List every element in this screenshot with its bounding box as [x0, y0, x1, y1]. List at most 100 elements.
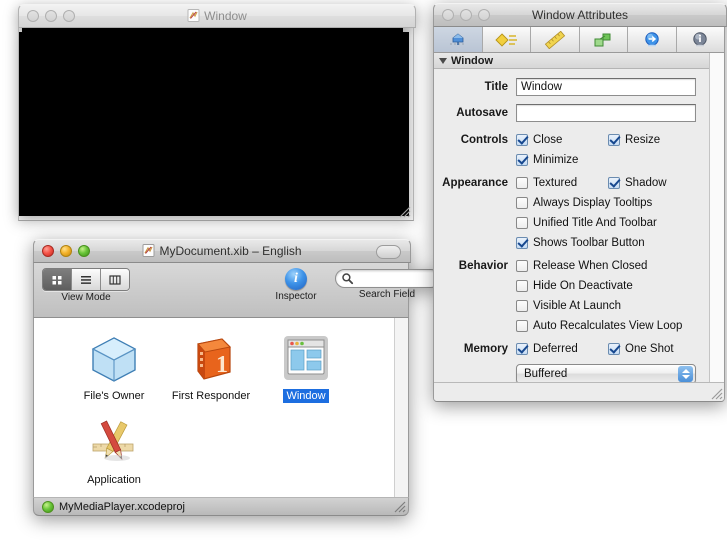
resize-grip[interactable] [398, 205, 411, 218]
resize-grip[interactable] [710, 387, 723, 400]
size-tab[interactable] [531, 27, 580, 52]
toolbar-toggle-button[interactable] [376, 245, 401, 259]
preview-traffic-lights[interactable] [27, 10, 75, 22]
controls-row-2: Minimize [434, 150, 724, 170]
minimize-button[interactable] [460, 9, 472, 21]
effects-tab[interactable] [483, 27, 532, 52]
checkbox-hide-on-deactivate[interactable]: Hide On Deactivate [516, 280, 633, 292]
object-item-application[interactable]: Application [64, 414, 164, 488]
vertical-scrollbar[interactable] [394, 318, 408, 497]
checkbox-box[interactable] [516, 280, 528, 292]
attributes-tab[interactable] [434, 27, 483, 52]
preview-window-titlebar[interactable]: Window [18, 4, 416, 28]
checkbox-shadow[interactable]: Shadow [608, 177, 667, 189]
document-window-titlebar[interactable]: MyDocument.xib – English [33, 239, 411, 263]
identity-tab[interactable] [677, 27, 725, 52]
behavior-row-3: Visible At Launch [434, 296, 724, 316]
inspector-window[interactable]: Window Attributes [433, 3, 725, 406]
window-group-header[interactable]: Window [434, 53, 724, 69]
chevron-updown-icon[interactable] [678, 366, 693, 382]
inspector-titlebar[interactable]: Window Attributes [433, 3, 727, 27]
desktop-canvas: Window [0, 0, 727, 558]
checkbox-visible-at-launch[interactable]: Visible At Launch [516, 300, 621, 312]
checkbox-unified-title-and-toolbar[interactable]: Unified Title And Toolbar [516, 217, 657, 229]
checkbox-textured[interactable]: Textured [516, 177, 608, 189]
info-icon [688, 31, 712, 49]
object-item-first-responder[interactable]: 1 First Responder [161, 330, 261, 404]
backing-store-value: Buffered [524, 368, 567, 380]
checkbox-box[interactable] [516, 217, 528, 229]
list-view-button[interactable] [72, 269, 101, 290]
objects-canvas[interactable]: File's Owner 1 First Responder [33, 318, 409, 498]
preview-window-canvas[interactable] [18, 28, 414, 221]
column-view-button[interactable] [101, 269, 129, 290]
checkbox-deferred[interactable]: Deferred [516, 343, 608, 355]
inspector-toolbar-item[interactable]: i Inspector [262, 268, 330, 302]
inspector-fields: Title Window Autosave Controls Close [434, 69, 724, 384]
checkbox-box[interactable] [608, 177, 620, 189]
memory-label: Memory [434, 343, 516, 355]
search-toolbar-item[interactable]: Search Field [331, 269, 443, 300]
bindings-tab[interactable] [580, 27, 629, 52]
checkbox-box[interactable] [608, 134, 620, 146]
document-window[interactable]: MyDocument.xib – English [33, 239, 409, 514]
document-traffic-lights[interactable] [42, 245, 90, 257]
autosave-field[interactable] [516, 104, 696, 122]
checkbox-box[interactable] [516, 320, 528, 332]
info-circle-icon[interactable]: i [285, 268, 307, 290]
object-item-window[interactable]: Window [256, 330, 356, 404]
inspector-traffic-lights[interactable] [442, 9, 490, 21]
preview-window-title: Window [19, 9, 415, 23]
chevron-down-icon[interactable] [439, 58, 447, 64]
zoom-button[interactable] [478, 9, 490, 21]
view-mode-segments[interactable] [42, 268, 130, 291]
minimize-button[interactable] [60, 245, 72, 257]
close-button[interactable] [442, 9, 454, 21]
connections-tab[interactable] [628, 27, 677, 52]
checkbox-one-shot[interactable]: One Shot [608, 343, 674, 355]
backing-store-popup[interactable]: Buffered [516, 364, 696, 384]
zoom-button[interactable] [78, 245, 90, 257]
inspector-tab-bar[interactable] [433, 27, 725, 53]
checkbox-box[interactable] [608, 343, 620, 355]
document-toolbar: View Mode i Inspector [33, 263, 409, 318]
resize-grip[interactable] [393, 500, 406, 513]
autosave-label: Autosave [434, 107, 516, 119]
icon-view-button[interactable] [43, 269, 72, 290]
appearance-row-1: Appearance Textured Shadow [434, 173, 724, 193]
title-field[interactable]: Window [516, 78, 696, 96]
checkbox-close[interactable]: Close [516, 134, 608, 146]
grid-icon [50, 273, 64, 287]
checkbox-release-when-closed[interactable]: Release When Closed [516, 260, 647, 272]
checkbox-box[interactable] [516, 343, 528, 355]
document-status-bar: MyMediaPlayer.xcodeproj [33, 498, 409, 516]
checkbox-auto-recalculates-view-loop[interactable]: Auto Recalculates View Loop [516, 320, 682, 332]
checkbox-box[interactable] [516, 154, 528, 166]
checkbox-label: Shows Toolbar Button [533, 237, 645, 249]
checkbox-box[interactable] [516, 260, 528, 272]
checkbox-box[interactable] [516, 134, 528, 146]
close-button[interactable] [27, 10, 39, 22]
checkbox-box[interactable] [516, 300, 528, 312]
yellow-diamond-icon [493, 31, 519, 49]
checkbox-always-display-tooltips[interactable]: Always Display Tooltips [516, 197, 652, 209]
minimize-button[interactable] [45, 10, 57, 22]
search-field[interactable] [335, 269, 440, 288]
search-input[interactable] [354, 272, 436, 286]
checkbox-box[interactable] [516, 177, 528, 189]
ruler-icon [543, 31, 567, 49]
zoom-button[interactable] [63, 10, 75, 22]
inspector-caption: Inspector [262, 291, 330, 302]
title-row: Title Window [434, 77, 724, 97]
view-mode-control[interactable]: View Mode [42, 268, 130, 303]
checkbox-box[interactable] [516, 237, 528, 249]
object-item-files-owner[interactable]: File's Owner [64, 330, 164, 404]
behavior-label: Behavior [434, 260, 516, 272]
close-button[interactable] [42, 245, 54, 257]
checkbox-minimize[interactable]: Minimize [516, 154, 608, 166]
checkbox-box[interactable] [516, 197, 528, 209]
checkbox-resize[interactable]: Resize [608, 134, 660, 146]
checkbox-shows-toolbar-button[interactable]: Shows Toolbar Button [516, 237, 645, 249]
memory-row: Memory Deferred One Shot [434, 339, 724, 359]
preview-window[interactable]: Window [18, 4, 414, 220]
